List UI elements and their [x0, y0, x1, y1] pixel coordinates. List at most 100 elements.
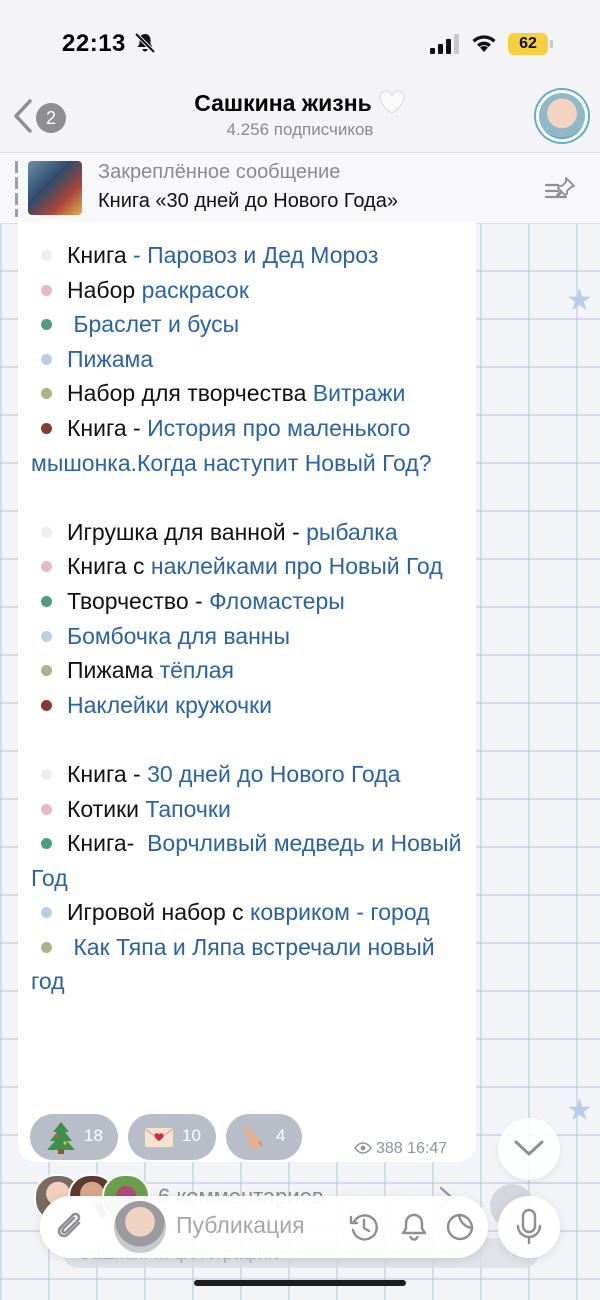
- bullet-dot: [41, 388, 52, 400]
- battery-cap: [550, 40, 553, 48]
- item-text: Набор: [67, 276, 142, 303]
- item-text: Набор для творчества: [67, 380, 313, 407]
- pinned-label: Закреплённое сообщение: [98, 161, 341, 183]
- bullet-dot: [41, 250, 52, 261]
- message-input[interactable]: Публикация: [176, 1212, 305, 1239]
- item-text: Пижама: [67, 657, 160, 684]
- channel-name: Сашкина жизнь: [194, 90, 372, 116]
- item-text: Игрушка для ванной -: [67, 518, 307, 545]
- list-item: Книга с наклейками про Новый Год: [31, 549, 471, 584]
- list-item: Бомбочка для ванны: [31, 619, 471, 654]
- list-item: Браслет и бусы: [31, 307, 471, 342]
- bullet-dot: [41, 561, 52, 573]
- bullet-dot: [41, 941, 52, 953]
- list-item: Игрушка для ванной - рыбалка: [31, 515, 471, 550]
- subscriber-count: 4.256 подписчиков: [226, 120, 374, 139]
- list-item: Котики Тапочки: [31, 792, 471, 827]
- item-link[interactable]: Браслет и бусы: [67, 311, 239, 337]
- pinned-thumbnail: [28, 161, 82, 215]
- clock: 22:13: [62, 30, 126, 57]
- pinned-list-icon[interactable]: [544, 175, 578, 203]
- bullet-dot: [41, 422, 52, 434]
- sticker-icon[interactable]: [444, 1211, 476, 1243]
- item-link[interactable]: Как Тяпа и Ляпа встречали новый год: [31, 934, 435, 995]
- list-item: Книга - Паровоз и Дед Мороз: [31, 238, 471, 273]
- list-item: Набор для творчества Витражи: [31, 376, 471, 411]
- christmas-tree-icon: [47, 1122, 75, 1154]
- bullet-dot: [41, 319, 52, 331]
- eye-icon: [354, 1142, 372, 1154]
- reaction-chip-tree[interactable]: 18: [30, 1114, 118, 1160]
- item-link[interactable]: ковриком - город: [250, 899, 430, 925]
- reaction-chip-hand[interactable]: 4: [226, 1114, 302, 1160]
- reaction-count: 18: [84, 1126, 103, 1145]
- list-item: Как Тяпа и Ляпа встречали новый год: [31, 930, 471, 999]
- bullet-dot: [41, 284, 52, 296]
- attach-button[interactable]: [40, 1196, 102, 1258]
- bullet-dot: [41, 630, 52, 642]
- list-item: Набор раскрасок: [31, 273, 471, 308]
- item-text: Книга -: [67, 760, 148, 787]
- item-link[interactable]: наклейками про Новый Год: [151, 553, 443, 579]
- white-heart-icon: [379, 90, 405, 114]
- reaction-chip-letter[interactable]: 10: [128, 1114, 216, 1160]
- bell-off-icon: [134, 32, 156, 54]
- pointing-hand-icon: [243, 1126, 263, 1150]
- schedule-clock-icon[interactable]: [348, 1211, 380, 1243]
- scroll-down-button[interactable]: [498, 1118, 560, 1180]
- item-link[interactable]: 30 дней до Нового Года: [147, 761, 400, 787]
- channel-avatar[interactable]: [536, 90, 588, 142]
- pinned-indicator-bar: [15, 161, 18, 217]
- item-link[interactable]: Наклейки кружочки: [67, 692, 272, 718]
- item-link[interactable]: - Паровоз и Дед Мороз: [127, 242, 378, 268]
- view-count: 388: [376, 1140, 403, 1157]
- love-letter-icon: [144, 1128, 174, 1147]
- chat-header: 2 Сашкина жизнь 4.256 подписчиков: [0, 80, 600, 152]
- battery-indicator: 62: [508, 33, 548, 55]
- item-link[interactable]: рыбалка: [306, 519, 398, 545]
- home-indicator: [194, 1280, 406, 1286]
- item-text: Котики: [67, 795, 146, 822]
- message-time: 16:47: [407, 1140, 448, 1157]
- item-link[interactable]: Тапочки: [145, 796, 230, 822]
- list-item: Пижама тёплая: [31, 653, 471, 688]
- status-bar: 22:13 62: [0, 0, 600, 80]
- bell-icon[interactable]: [398, 1211, 430, 1243]
- chevron-down-icon: [514, 1140, 544, 1156]
- list-item: Игровой набор с ковриком - город: [31, 895, 471, 930]
- channel-title[interactable]: Сашкина жизнь: [0, 90, 600, 117]
- list-item: Пижама: [31, 342, 471, 377]
- sender-avatar[interactable]: [114, 1201, 166, 1253]
- item-link[interactable]: Фломастеры: [209, 588, 345, 614]
- list-item: Книга- Ворчливый медведь и Новый Год: [31, 826, 471, 895]
- bullet-dot: [41, 699, 52, 711]
- item-link[interactable]: раскрасок: [142, 277, 249, 303]
- paperclip-icon: [57, 1212, 81, 1238]
- star-icon: ★: [566, 284, 593, 317]
- microphone-button[interactable]: [498, 1196, 560, 1258]
- bullet-dot: [41, 803, 52, 815]
- bullet-dot: [41, 907, 52, 919]
- item-link[interactable]: Пижама: [67, 346, 153, 372]
- item-link[interactable]: Бомбочка для ванны: [67, 623, 290, 649]
- item-link[interactable]: тёплая: [160, 657, 234, 683]
- item-text: Книга с: [67, 553, 151, 580]
- item-text: Книга-: [67, 830, 148, 857]
- bullet-dot: [41, 595, 52, 607]
- list-item: Книга - 30 дней до Нового Года: [31, 757, 471, 792]
- bullet-dot: [41, 838, 52, 850]
- list-item: Книга - История про маленького мышонка.К…: [31, 411, 471, 480]
- item-text: Игровой набор с: [67, 899, 251, 926]
- pinned-message-bar[interactable]: Закреплённое сообщение Книга «30 дней до…: [0, 152, 600, 224]
- item-text: Книга: [67, 242, 127, 268]
- list-item: Наклейки кружочки: [31, 688, 471, 723]
- reaction-count: 4: [276, 1126, 286, 1145]
- reaction-count: 10: [182, 1126, 201, 1145]
- item-text: Книга -: [67, 414, 148, 441]
- star-icon: ★: [566, 1094, 593, 1127]
- wifi-icon: [472, 35, 496, 52]
- item-link[interactable]: Витражи: [313, 380, 406, 406]
- microphone-icon: [516, 1208, 542, 1245]
